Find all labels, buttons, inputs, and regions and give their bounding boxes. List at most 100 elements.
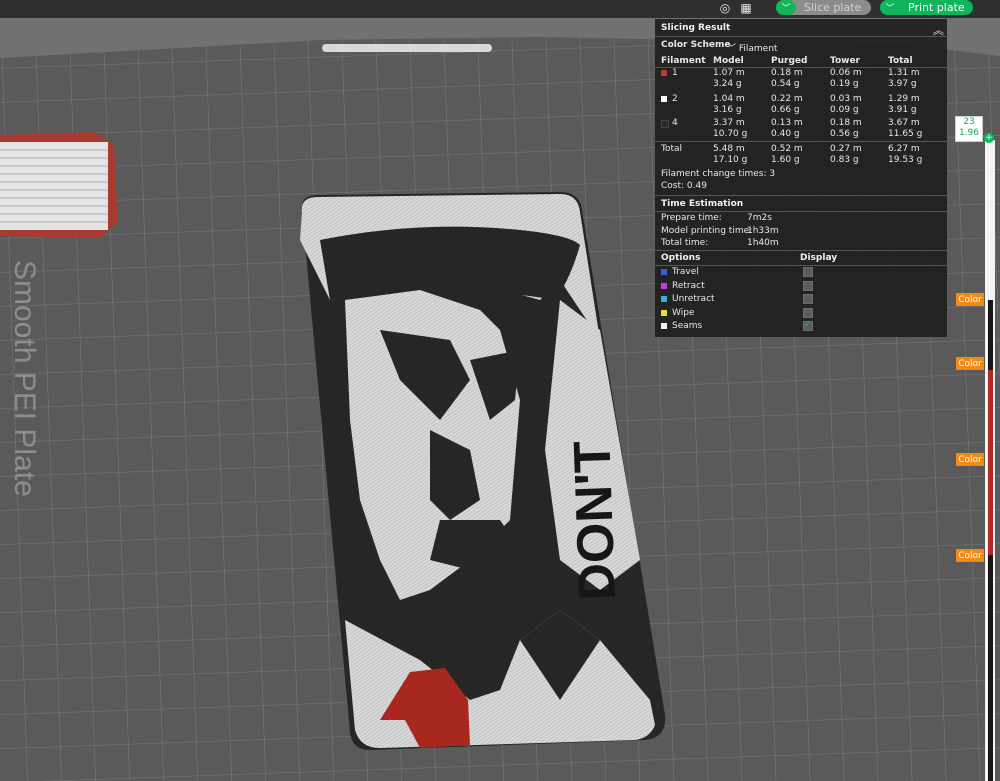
spiral-icon[interactable]: ◎: [715, 0, 735, 16]
chevron-down-icon[interactable]: ﹀: [776, 0, 796, 15]
model-weight: 10.70 g: [713, 129, 748, 139]
filament-4-swatch: [661, 120, 669, 128]
chevron-down-icon[interactable]: ﹀: [880, 0, 900, 15]
slicing-result-panel: Slicing Result ︽ Color Scheme ﹀ Filament…: [655, 19, 947, 337]
model-text: DON'T: [563, 440, 627, 602]
filament-id: 1: [672, 68, 678, 78]
total-weight: 3.91 g: [888, 105, 917, 115]
travel-checkbox[interactable]: [803, 267, 813, 277]
divider: [655, 141, 947, 142]
divider: [655, 265, 947, 266]
total-length: 1.31 m: [888, 68, 920, 78]
color-change-marker[interactable]: Color: [956, 357, 984, 370]
header-total: Total: [888, 56, 913, 66]
tower-weight: 0.09 g: [830, 105, 859, 115]
option-label: Seams: [672, 321, 703, 331]
wipe-tower: [0, 132, 118, 238]
filament-1-swatch: [661, 70, 667, 76]
color-scheme-label: Color Scheme: [661, 40, 731, 50]
add-pause-button[interactable]: +: [984, 133, 994, 143]
total-weight: 3.97 g: [888, 79, 917, 89]
option-label: Unretract: [672, 294, 715, 304]
purged-length: 0.22 m: [771, 94, 803, 104]
option-label: Retract: [672, 281, 705, 291]
total-weight: 19.53 g: [888, 155, 923, 165]
tower-weight: 0.56 g: [830, 129, 859, 139]
display-title: Display: [800, 253, 838, 263]
tower-length: 0.03 m: [830, 94, 862, 104]
cost: Cost: 0.49: [661, 181, 707, 191]
model-weight: 3.24 g: [713, 79, 742, 89]
print-plate-button[interactable]: ﹀ Print plate: [880, 0, 973, 15]
total-weight: 11.65 g: [888, 129, 923, 139]
purged-length: 0.18 m: [771, 68, 803, 78]
header-filament: Filament: [661, 56, 706, 66]
model-length: 5.48 m: [713, 144, 745, 154]
filament-2-swatch: [661, 96, 667, 102]
slice-plate-button[interactable]: ﹀ Slice plate: [776, 0, 871, 15]
purged-length: 0.13 m: [771, 118, 803, 128]
layer-height: 1.96: [958, 128, 980, 138]
seams-swatch: [661, 323, 667, 329]
header-purged: Purged: [771, 56, 808, 66]
retract-swatch: [661, 283, 667, 289]
divider: [655, 195, 947, 196]
divider: [655, 250, 947, 251]
seams-checkbox[interactable]: ✓: [803, 321, 813, 331]
color-change-marker[interactable]: Color: [956, 549, 984, 562]
divider: [655, 36, 947, 37]
layout-icon[interactable]: ▦: [736, 0, 756, 16]
filament-id: 2: [672, 94, 678, 104]
retract-checkbox[interactable]: [803, 281, 813, 291]
filament-id: 4: [672, 118, 678, 128]
header-tower: Tower: [830, 56, 860, 66]
tower-length: 0.27 m: [830, 144, 862, 154]
model-time-value: 1h33m: [747, 226, 779, 236]
plate-label: Smooth PEI Plate: [8, 260, 41, 497]
slice-plate-label: Slice plate: [804, 1, 862, 14]
prepare-time-label: Prepare time:: [661, 213, 722, 223]
total-time-label: Total time:: [661, 238, 709, 248]
unretract-swatch: [661, 296, 667, 302]
check-icon: ✓: [804, 320, 812, 330]
purged-weight: 0.66 g: [771, 105, 800, 115]
unretract-checkbox[interactable]: [803, 294, 813, 304]
model-length: 1.07 m: [713, 68, 745, 78]
layer-number: 23: [963, 117, 975, 127]
travel-swatch: [661, 269, 667, 275]
top-toolbar: ◎ ▦ ﹀ Slice plate ﹀ Print plate: [0, 0, 1000, 18]
color-change-marker[interactable]: Color: [956, 293, 984, 306]
time-estimation-title: Time Estimation: [661, 199, 744, 209]
filament-change-times: Filament change times: 3: [661, 169, 776, 179]
color-change-marker[interactable]: Color: [956, 453, 984, 466]
tower-length: 0.18 m: [830, 118, 862, 128]
slider-color-segment: [988, 370, 993, 555]
total-length: 6.27 m: [888, 144, 920, 154]
purged-weight: 0.40 g: [771, 129, 800, 139]
model-length: 1.04 m: [713, 94, 745, 104]
color-scheme-select[interactable]: ﹀ Filament: [727, 41, 777, 54]
model-length: 3.37 m: [713, 118, 745, 128]
tower-length: 0.06 m: [830, 68, 862, 78]
plate-handle-slot: [322, 44, 492, 52]
divider: [655, 211, 947, 212]
total-label: Total: [661, 144, 683, 154]
option-label: Travel: [672, 267, 699, 277]
model-weight: 3.16 g: [713, 105, 742, 115]
purged-weight: 0.54 g: [771, 79, 800, 89]
total-length: 3.67 m: [888, 118, 920, 128]
purged-weight: 1.60 g: [771, 155, 800, 165]
wipe-swatch: [661, 310, 667, 316]
option-label: Wipe: [672, 308, 695, 318]
total-time-value: 1h40m: [747, 238, 779, 248]
layer-indicator: 23 1.96: [955, 116, 983, 142]
prepare-time-value: 7m2s: [747, 213, 772, 223]
total-length: 1.29 m: [888, 94, 920, 104]
panel-title: Slicing Result: [661, 23, 731, 33]
header-model: Model: [713, 56, 744, 66]
wipe-checkbox[interactable]: [803, 308, 813, 318]
tower-weight: 0.83 g: [830, 155, 859, 165]
print-plate-label: Print plate: [908, 1, 965, 14]
model-time-label: Model printing time:: [661, 226, 753, 236]
model-weight: 17.10 g: [713, 155, 748, 165]
